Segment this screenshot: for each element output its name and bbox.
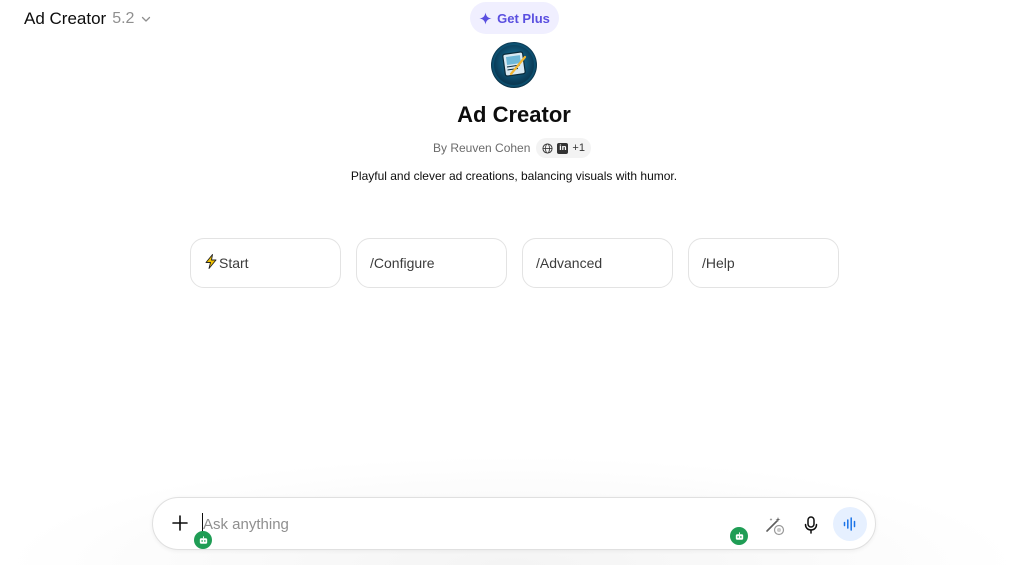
model-name: Ad Creator (24, 9, 107, 28)
assistant-bot-icon[interactable] (730, 527, 748, 545)
starter-label: /Configure (370, 255, 435, 271)
gpt-avatar (491, 42, 537, 88)
starter-start[interactable]: Start (190, 238, 341, 288)
starter-label: Start (219, 255, 249, 271)
linkedin-icon: in (557, 142, 569, 154)
conversation-starters: Start /Configure /Advanced /Help (190, 238, 839, 288)
globe-icon (542, 142, 553, 154)
waveform-icon (843, 517, 856, 531)
sparkle-icon (479, 11, 492, 25)
gpt-description: Playful and clever ad creations, balanci… (350, 169, 678, 183)
message-composer (152, 497, 876, 550)
model-switcher[interactable]: Ad Creator 5.2 (24, 8, 152, 30)
model-version: 5.2 (112, 10, 135, 27)
get-plus-button[interactable]: Get Plus (470, 2, 559, 34)
starter-advanced[interactable]: /Advanced (522, 238, 673, 288)
ad-board-icon (492, 43, 536, 87)
voice-mode-button[interactable] (833, 507, 867, 541)
text-caret (202, 513, 203, 533)
social-links[interactable]: in +1 (536, 138, 591, 158)
starter-label: /Advanced (536, 255, 603, 271)
starter-label: /Help (702, 255, 735, 271)
author-name: By Reuven Cohen (433, 141, 531, 155)
chevron-down-icon (142, 16, 151, 22)
starter-help[interactable]: /Help (688, 238, 839, 288)
prompt-input[interactable] (203, 511, 703, 537)
get-plus-label: Get Plus (497, 10, 550, 26)
gpt-title: Ad Creator (457, 102, 571, 127)
microphone-icon[interactable] (800, 514, 822, 536)
assistant-bot-icon[interactable] (194, 531, 212, 549)
plus-icon[interactable] (169, 512, 191, 534)
lightning-bolt-icon (204, 253, 218, 273)
magic-wand-icon[interactable] (763, 514, 785, 536)
byline: By Reuven Cohen in +1 (433, 138, 591, 158)
starter-configure[interactable]: /Configure (356, 238, 507, 288)
social-more-count: +1 (572, 142, 585, 154)
